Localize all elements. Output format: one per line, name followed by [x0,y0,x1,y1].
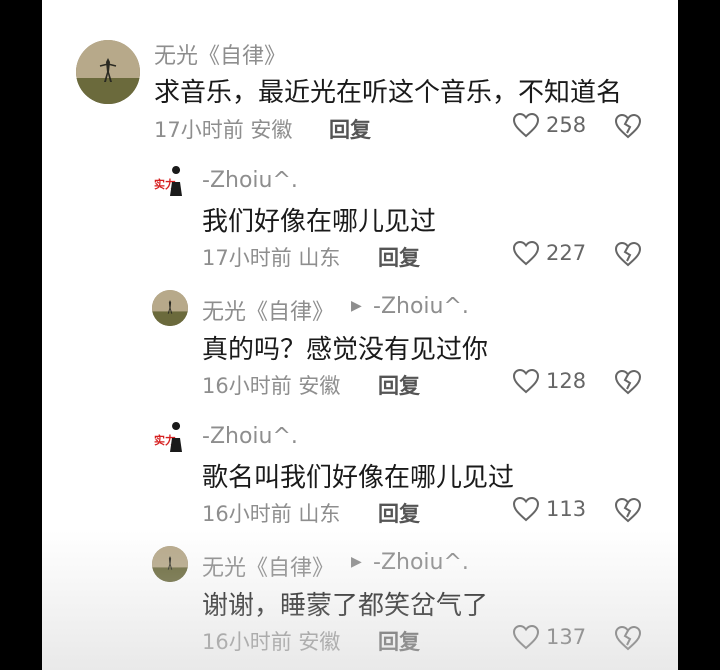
like-button[interactable]: 137 [512,624,586,650]
comment-username[interactable]: -Zhoiu^. [202,168,298,193]
like-count: 258 [546,113,587,137]
like-button[interactable]: 227 [512,240,586,266]
dislike-button[interactable] [614,113,642,143]
dislike-button[interactable] [614,241,642,271]
avatar[interactable]: 实力 [152,164,192,204]
comment-panel: 无光《自律》 求音乐，最近光在听这个音乐，不知道名 17小时前 安徽 回复 25… [42,0,678,670]
comment-text: 真的吗？感觉没有见过你 [202,335,489,365]
avatar[interactable]: 实力 [152,420,192,460]
reply-arrow-icon: ▶ [351,298,362,314]
comment-text: 我们好像在哪儿见过 [202,207,437,237]
like-count: 137 [546,625,587,649]
broken-heart-icon [614,113,642,139]
comment-time-location: 17小时前 山东 [202,246,341,270]
comment-text: 求音乐，最近光在听这个音乐，不知道名 [154,78,623,108]
dislike-button[interactable] [614,497,642,527]
broken-heart-icon [614,369,642,395]
heart-icon [512,368,540,394]
like-count: 113 [546,497,587,521]
comment-username[interactable]: 无光《自律》 [154,38,286,70]
avatar[interactable] [152,546,188,582]
dislike-button[interactable] [614,369,642,399]
comment-time-location: 16小时前 山东 [202,502,341,526]
heart-icon [512,496,540,522]
dislike-button[interactable] [614,625,642,655]
broken-heart-icon [614,241,642,267]
heart-icon [512,240,540,266]
comment-time-location: 17小时前 安徽 [154,118,293,142]
comment-text: 谢谢，睡蒙了都笑岔气了 [202,591,489,621]
reply-button[interactable]: 回复 [378,242,420,272]
comment-username[interactable]: -Zhoiu^. [202,424,298,449]
reply-to-username[interactable]: -Zhoiu^. [373,550,469,575]
reply-button[interactable]: 回复 [378,498,420,528]
comment-time-location: 16小时前 安徽 [202,630,341,654]
reply-button[interactable]: 回复 [378,370,420,400]
broken-heart-icon [614,497,642,523]
like-count: 227 [546,241,587,265]
comment-time-location: 16小时前 安徽 [202,374,341,398]
reply-button[interactable]: 回复 [378,626,420,656]
reply-to-username[interactable]: -Zhoiu^. [373,294,469,319]
reply-arrow-icon: ▶ [351,554,362,570]
comment-username[interactable]: 无光《自律》 [202,294,334,326]
reply-button[interactable]: 回复 [329,114,371,144]
heart-icon [512,112,540,138]
heart-icon [512,624,540,650]
avatar[interactable] [152,290,188,326]
comment-username[interactable]: 无光《自律》 [202,550,334,582]
comment-text: 歌名叫我们好像在哪儿见过 [202,463,515,493]
broken-heart-icon [614,625,642,651]
like-button[interactable]: 258 [512,112,586,138]
like-button[interactable]: 113 [512,496,586,522]
like-count: 128 [546,369,587,393]
like-button[interactable]: 128 [512,368,586,394]
avatar[interactable] [76,40,140,104]
